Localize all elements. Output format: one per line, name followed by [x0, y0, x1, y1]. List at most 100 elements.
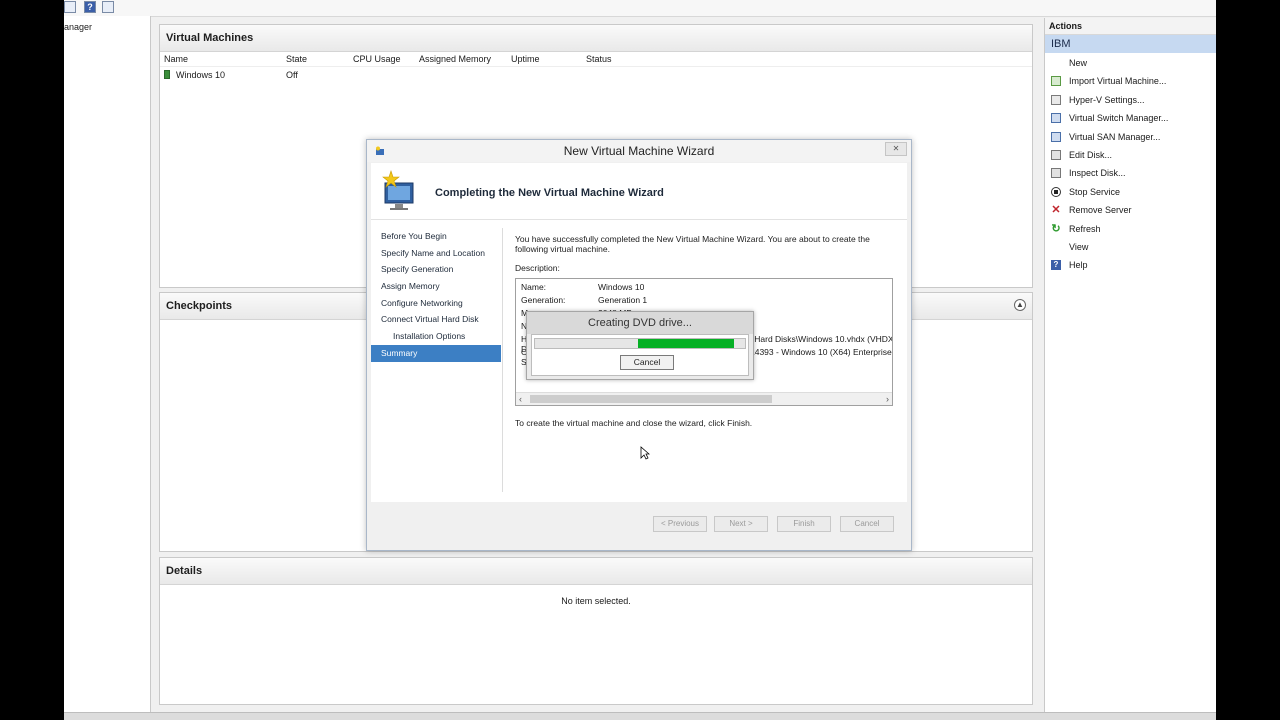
scroll-left-icon[interactable]: ‹ — [519, 393, 522, 405]
action-label: Help — [1069, 260, 1088, 271]
wizard-title-bar: New Virtual Machine Wizard ✕ — [367, 140, 911, 162]
action-pane-button[interactable] — [102, 1, 114, 13]
action-remove-server[interactable]: ✕ Remove Server — [1045, 201, 1216, 219]
action-refresh[interactable]: ↻ Refresh — [1045, 220, 1216, 238]
hyperv-manager-window: ? anager Virtual Machines Name State CPU… — [64, 0, 1216, 720]
close-icon[interactable]: ✕ — [885, 142, 907, 156]
wizard-heading: Completing the New Virtual Machine Wizar… — [435, 187, 664, 199]
black-border-left — [0, 0, 64, 720]
next-button[interactable]: Next > — [714, 516, 768, 532]
action-label: Inspect Disk... — [1069, 168, 1126, 179]
progress-bar — [534, 338, 746, 349]
wizard-steps: Before You Begin Specify Name and Locati… — [371, 228, 501, 362]
step-summary[interactable]: Summary — [371, 344, 501, 362]
wizard-app-icon — [376, 146, 384, 155]
creating-dvd-progress-dialog: Creating DVD drive... Cancel — [526, 311, 754, 380]
wizard-intro-text: You have successfully completed the New … — [515, 234, 870, 254]
description-label: Description: — [515, 263, 560, 273]
details-empty-text: No item selected. — [561, 596, 631, 606]
cancel-button[interactable]: Cancel — [840, 516, 894, 532]
progress-body: Cancel — [531, 334, 749, 376]
finish-note: To create the virtual machine and close … — [515, 418, 753, 428]
action-label: Hyper-V Settings... — [1069, 94, 1145, 105]
stop-icon — [1051, 186, 1061, 197]
help-icon[interactable]: ? — [84, 1, 96, 13]
step-assign-memory[interactable]: Assign Memory — [371, 278, 501, 295]
toolbar: ? — [64, 0, 1216, 17]
console-tree-button[interactable] — [64, 1, 76, 13]
progress-title: Creating DVD drive... — [527, 312, 753, 334]
help-icon: ? — [1051, 260, 1061, 271]
action-virtual-san-manager[interactable]: Virtual SAN Manager... — [1045, 128, 1216, 146]
previous-button[interactable]: < Previous — [653, 516, 707, 532]
refresh-icon: ↻ — [1051, 222, 1061, 235]
column-header-uptime[interactable]: Uptime — [511, 54, 540, 64]
action-view[interactable]: View — [1045, 238, 1216, 256]
settings-icon — [1051, 94, 1061, 105]
san-icon — [1051, 131, 1061, 142]
new-vm-wizard-icon — [382, 170, 414, 210]
import-icon — [1051, 76, 1061, 87]
actions-pane: Actions IBM New Import Virtual Machine..… — [1044, 18, 1216, 714]
checkpoints-label: Checkpoints — [166, 300, 233, 312]
mouse-cursor-icon — [640, 446, 650, 460]
action-label: View — [1069, 241, 1089, 252]
actions-title: Actions — [1045, 18, 1216, 35]
action-label: Stop Service — [1069, 186, 1121, 197]
console-tree: anager — [64, 16, 151, 714]
progress-bar-fill — [637, 339, 735, 348]
actions-group-ibm[interactable]: IBM — [1045, 35, 1216, 53]
scroll-thumb[interactable] — [530, 395, 772, 403]
column-header-assigned-memory[interactable]: Assigned Memory — [419, 54, 491, 64]
action-hyperv-settings[interactable]: Hyper-V Settings... — [1045, 91, 1216, 109]
wizard-header: Completing the New Virtual Machine Wizar… — [371, 163, 907, 220]
collapse-up-icon[interactable]: ▲ — [1014, 299, 1026, 311]
edit-disk-icon — [1051, 149, 1061, 160]
vm-state: Off — [286, 70, 298, 80]
action-stop-service[interactable]: Stop Service — [1045, 183, 1216, 201]
column-header-status[interactable]: Status — [586, 54, 612, 64]
status-bar — [64, 712, 1216, 720]
step-specify-name-location[interactable]: Specify Name and Location — [371, 245, 501, 262]
action-label: Virtual Switch Manager... — [1069, 113, 1169, 124]
step-before-you-begin[interactable]: Before You Begin — [371, 228, 501, 245]
action-virtual-switch-manager[interactable]: Virtual Switch Manager... — [1045, 109, 1216, 127]
progress-cancel-button[interactable]: Cancel — [620, 355, 674, 370]
action-label: Import Virtual Machine... — [1069, 76, 1167, 87]
wizard-title: New Virtual Machine Wizard — [563, 144, 715, 158]
wizard-footer: < Previous Next > Finish Cancel — [371, 502, 907, 546]
vm-column-headers: Name State CPU Usage Assigned Memory Upt… — [160, 52, 1032, 67]
action-label: New — [1069, 58, 1088, 68]
action-new[interactable]: New — [1045, 54, 1216, 72]
virtual-machines-title: Virtual Machines — [160, 25, 1032, 52]
action-label: Refresh — [1069, 223, 1101, 234]
black-border-right — [1216, 0, 1280, 720]
vm-name: Windows 10 — [176, 70, 226, 80]
switch-icon — [1051, 113, 1061, 124]
remove-icon: ✕ — [1051, 204, 1061, 217]
action-edit-disk[interactable]: Edit Disk... — [1045, 146, 1216, 164]
horizontal-scrollbar[interactable]: ‹ › — [516, 392, 892, 405]
column-header-state[interactable]: State — [286, 54, 307, 64]
step-specify-generation[interactable]: Specify Generation — [371, 261, 501, 278]
action-import-virtual-machine[interactable]: Import Virtual Machine... — [1045, 72, 1216, 90]
step-configure-networking[interactable]: Configure Networking — [371, 295, 501, 312]
scroll-right-icon[interactable]: › — [886, 393, 889, 405]
column-header-cpu-usage[interactable]: CPU Usage — [353, 54, 401, 64]
virtual-machine-icon — [164, 70, 170, 79]
details-title: Details — [160, 558, 1032, 585]
inspect-disk-icon — [1051, 168, 1061, 179]
action-label: Remove Server — [1069, 205, 1132, 216]
details-pane: Details No item selected. — [159, 557, 1033, 705]
action-label: Edit Disk... — [1069, 149, 1113, 160]
action-inspect-disk[interactable]: Inspect Disk... — [1045, 164, 1216, 182]
finish-button[interactable]: Finish — [777, 516, 831, 532]
vm-row[interactable]: Windows 10 Off — [160, 67, 1032, 83]
steps-separator — [502, 228, 503, 492]
tree-item-manager[interactable]: anager — [64, 22, 92, 32]
action-label: Virtual SAN Manager... — [1069, 131, 1161, 142]
column-header-name[interactable]: Name — [164, 54, 188, 64]
action-help[interactable]: ? Help — [1045, 256, 1216, 274]
step-installation-options[interactable]: Installation Options — [371, 328, 501, 345]
step-connect-virtual-hard-disk[interactable]: Connect Virtual Hard Disk — [371, 311, 501, 328]
